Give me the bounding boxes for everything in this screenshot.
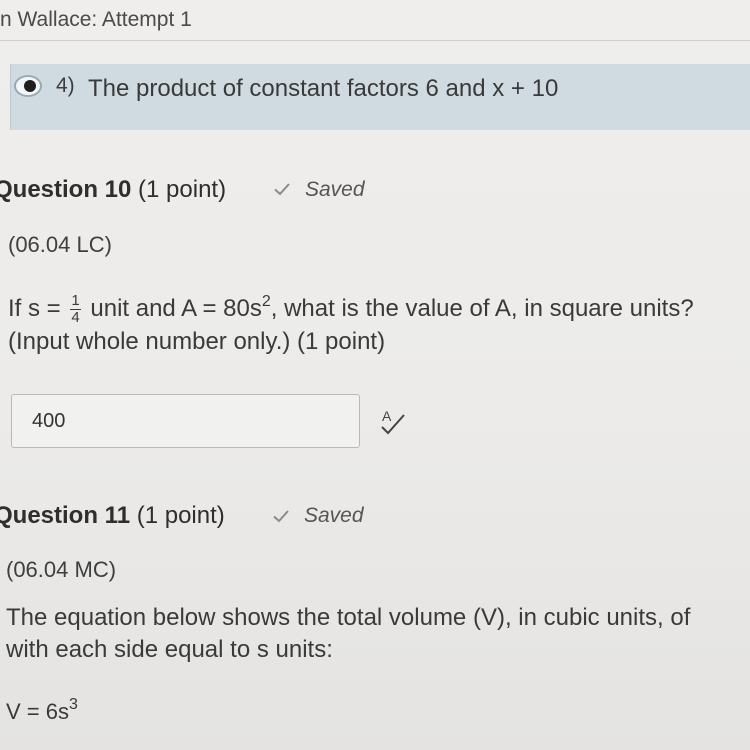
prompt-part-2: unit and A = 80s bbox=[83, 294, 262, 322]
question-10-prompt: If s = 14 unit and A = 80s2, what is the… bbox=[8, 292, 694, 326]
radio-dot bbox=[24, 80, 36, 92]
svg-text:A: A bbox=[382, 408, 392, 424]
question-10-title: Question 10 bbox=[0, 176, 132, 203]
question-10-answer-value[interactable]: 400 bbox=[32, 410, 65, 433]
prompt-part-1: If s = bbox=[8, 294, 68, 322]
question-10-saved-status: Saved bbox=[305, 178, 365, 201]
fraction-numerator: 1 bbox=[70, 292, 81, 310]
question-11-heading: Question 11 (1 point) bbox=[0, 502, 225, 530]
header-divider bbox=[0, 40, 750, 41]
check-icon bbox=[274, 183, 290, 196]
question-10-code: (06.04 LC) bbox=[8, 232, 112, 257]
question-11-title: Question 11 bbox=[0, 502, 131, 529]
question-11-text-line2: with each side equal to s units: bbox=[6, 636, 333, 663]
check-icon bbox=[273, 510, 289, 523]
equation-base: V = 6s bbox=[6, 699, 69, 724]
question-10-points: (1 point) bbox=[138, 176, 227, 203]
fraction-denominator: 4 bbox=[71, 309, 80, 326]
volume-equation: V = 6s3 bbox=[6, 696, 78, 725]
question-11-code: (06.04 MC) bbox=[6, 557, 117, 582]
spellcheck-icon[interactable]: A bbox=[378, 407, 408, 437]
prompt-exponent: 2 bbox=[261, 292, 271, 310]
answer-number: 4) bbox=[56, 74, 75, 97]
fraction-one-quarter: 14 bbox=[70, 292, 81, 326]
question-11-saved-status: Saved bbox=[304, 504, 364, 527]
question-11-points: (1 point) bbox=[136, 502, 225, 529]
question-11-text-line1: The equation below shows the total volum… bbox=[6, 604, 691, 631]
equation-exponent: 3 bbox=[68, 696, 78, 713]
question-10-prompt-line2: (Input whole number only.) (1 point) bbox=[8, 328, 386, 355]
attempt-title: n Wallace: Attempt 1 bbox=[0, 8, 192, 31]
question-10-heading: Question 10 (1 point) bbox=[0, 176, 226, 204]
answer-text: The product of constant factors 6 and x … bbox=[88, 75, 559, 102]
prompt-part-3: , what is the value of A, in square unit… bbox=[270, 294, 694, 322]
